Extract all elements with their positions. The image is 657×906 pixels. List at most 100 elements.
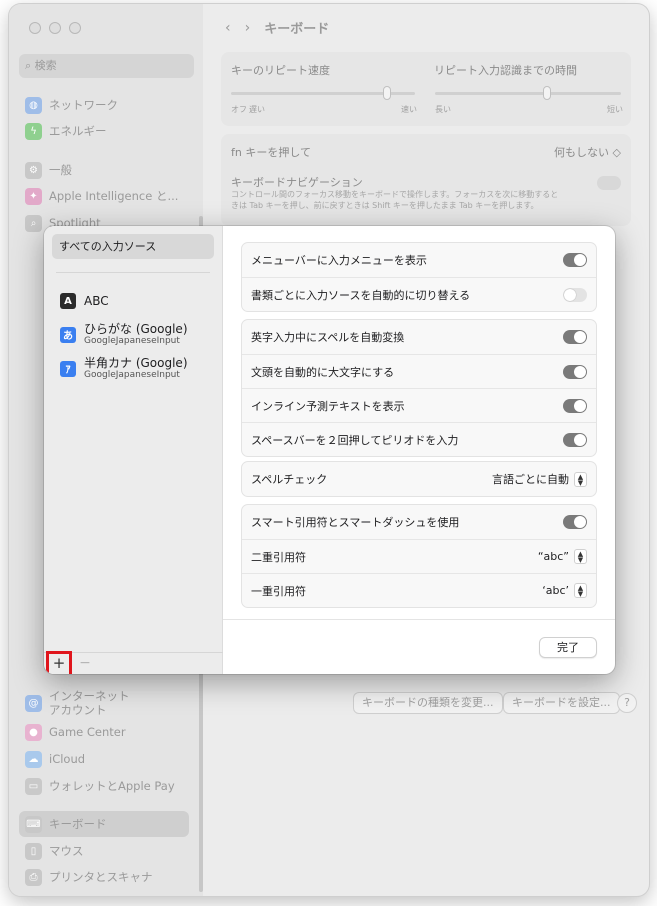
keyboard-icon: ⌨ xyxy=(25,815,42,833)
input-sources-sheet: すべての入力ソース A ABC あ ひらがな (Google) GoogleJa… xyxy=(44,226,615,674)
sidebar-item-keyboard[interactable]: ⌨ キーボード xyxy=(19,811,189,837)
source-name: ひらがな (Google) xyxy=(84,322,188,336)
auto-correct-row: 英字入力中にスペルを自動変換 xyxy=(242,320,596,354)
change-keyboard-type-button[interactable]: キーボードの種類を変更... xyxy=(353,692,503,714)
repeat-delay-slider[interactable] xyxy=(435,92,621,95)
at-icon: @ xyxy=(25,694,42,712)
single-quote-row: 一重引用符 ‘abc’ ▲ ▼ xyxy=(242,573,596,607)
repeat-rate-label: キーのリピート速度 xyxy=(231,64,330,77)
bolt-icon: ϟ xyxy=(25,122,42,140)
spellcheck-select[interactable]: 言語ごとに自動 ▲ ▼ xyxy=(492,471,587,487)
source-item-abc[interactable]: A ABC xyxy=(60,293,109,309)
forward-icon[interactable]: › xyxy=(245,20,251,36)
wallet-icon: ▭ xyxy=(25,777,42,795)
minimize-window-button[interactable] xyxy=(49,22,61,34)
sidebar-item-printers[interactable]: ⎙ プリンタとスキャナ xyxy=(25,866,153,888)
sidebar-item-label: Game Center xyxy=(49,725,126,739)
katakana-badge-icon: ｱ xyxy=(60,360,76,377)
chevron-up-down-icon: ▲ ▼ xyxy=(574,583,587,598)
magnifier-icon: ⌕ xyxy=(25,214,42,232)
sidebar-item-wallet[interactable]: ▭ ウォレットとApple Pay xyxy=(25,775,175,797)
source-item-hiragana[interactable]: あ ひらがな (Google) GoogleJapaneseInput xyxy=(60,323,188,346)
globe-icon: ◍ xyxy=(25,96,42,114)
search-field[interactable]: ⌕ 検索 xyxy=(19,54,194,78)
done-button[interactable]: 完了 xyxy=(539,637,597,658)
zoom-window-button[interactable] xyxy=(69,22,81,34)
help-button[interactable]: ? xyxy=(617,693,637,713)
slider-label-slow: 遅い xyxy=(249,105,265,114)
sidebar-item-general[interactable]: ⚙ 一般 xyxy=(25,159,72,181)
printer-icon: ⎙ xyxy=(25,868,42,886)
keyboard-nav-toggle[interactable] xyxy=(597,176,621,190)
sidebar-item-game-center[interactable]: ● Game Center xyxy=(25,721,126,743)
row-label: スマート引用符とスマートダッシュを使用 xyxy=(251,516,460,529)
single-quote-value: ‘abc’ xyxy=(542,584,569,597)
single-quote-select[interactable]: ‘abc’ ▲ ▼ xyxy=(542,583,587,598)
row-label: 文頭を自動的に大文字にする xyxy=(251,365,395,379)
close-window-button[interactable] xyxy=(29,22,41,34)
auto-capitalize-toggle[interactable] xyxy=(563,364,587,379)
repeat-rate-knob[interactable] xyxy=(383,86,391,100)
show-input-menu-row: メニューバーに入力メニューを表示 xyxy=(242,243,596,277)
auto-correct-toggle[interactable] xyxy=(563,330,587,344)
input-options-panel: メニューバーに入力メニューを表示 書類ごとに入力ソースを自動的に切り替える 英字… xyxy=(223,226,615,674)
sidebar-item-label: マウス xyxy=(49,844,84,858)
double-space-period-toggle[interactable] xyxy=(563,432,587,447)
search-placeholder: 検索 xyxy=(34,59,57,72)
divider xyxy=(223,619,615,620)
hiragana-badge-icon: あ xyxy=(60,326,76,343)
sidebar-item-energy[interactable]: ϟ エネルギー xyxy=(25,120,107,142)
sidebar-item-internet-accounts[interactable]: @ インターネット アカウント xyxy=(25,688,130,718)
sidebar-item-icloud[interactable]: ☁ iCloud xyxy=(25,748,85,770)
double-quote-select[interactable]: “abc” ▲ ▼ xyxy=(538,549,587,564)
sidebar-item-label: プリンタとスキャナ xyxy=(49,870,153,884)
inline-prediction-row: インライン予測テキストを表示 xyxy=(242,388,596,422)
inline-prediction-toggle[interactable] xyxy=(563,398,587,413)
spellcheck-row: スペルチェック 言語ごとに自動 ▲ ▼ xyxy=(242,462,596,496)
auto-capitalize-row: 文頭を自動的に大文字にする xyxy=(242,354,596,388)
add-input-source-button[interactable]: + xyxy=(46,651,72,674)
double-space-period-row: スペースバーを２回押してピリオドを入力 xyxy=(242,422,596,456)
sidebar-item-label: ネットワーク xyxy=(49,98,118,112)
source-item-katakana[interactable]: ｱ 半角カナ (Google) GoogleJapaneseInput xyxy=(60,357,188,380)
sidebar-item-apple-intelligence[interactable]: ✦ Apple Intelligence と... xyxy=(25,185,178,207)
sidebar-item-label: ウォレットとApple Pay xyxy=(49,779,175,793)
source-subtitle: GoogleJapaneseInput xyxy=(84,370,180,380)
mouse-icon: ▯ xyxy=(25,842,42,860)
sidebar-item-label: 一般 xyxy=(49,163,72,177)
smart-quotes-row: スマート引用符とスマートダッシュを使用 xyxy=(242,505,596,539)
sidebar-item-label: iCloud xyxy=(49,752,86,766)
sidebar-item-mouse[interactable]: ▯ マウス xyxy=(25,840,84,862)
repeat-delay-knob[interactable] xyxy=(543,86,551,100)
show-input-menu-toggle[interactable] xyxy=(563,253,587,267)
cloud-icon: ☁ xyxy=(25,750,42,768)
all-input-sources-item[interactable]: すべての入力ソース xyxy=(52,234,214,259)
remove-input-source-button[interactable]: − xyxy=(77,654,93,674)
source-list-footer: + − xyxy=(44,651,223,674)
smart-quotes-toggle[interactable] xyxy=(563,515,587,529)
row-label: 書類ごとに入力ソースを自動的に切り替える xyxy=(251,288,471,302)
fn-nav-card: fn キーを押して 何もしない ◇ キーボードナビゲーション コントロール間のフ… xyxy=(221,134,631,226)
row-label: インライン予測テキストを表示 xyxy=(251,399,405,413)
back-icon[interactable]: ‹ xyxy=(225,20,231,36)
sidebar-item-label: Apple Intelligence と... xyxy=(49,189,179,203)
repeat-settings-card: キーのリピート速度 リピート入力認識までの時間 オフ 遅い 速い 長い 短い xyxy=(221,52,631,126)
quotes-group: スマート引用符とスマートダッシュを使用 二重引用符 “abc” ▲ ▼ 一重引用符… xyxy=(241,504,597,608)
game-center-icon: ● xyxy=(25,723,42,741)
sidebar-item-network[interactable]: ◍ ネットワーク xyxy=(25,94,118,116)
text-correction-group: 英字入力中にスペルを自動変換 文頭を自動的に大文字にする インライン予測テキスト… xyxy=(241,319,597,457)
setup-keyboard-button[interactable]: キーボードを設定... xyxy=(503,692,620,714)
menu-options-group: メニューバーに入力メニューを表示 書類ごとに入力ソースを自動的に切り替える xyxy=(241,242,597,312)
fn-key-value[interactable]: 何もしない ◇ xyxy=(554,144,621,160)
chevron-up-down-icon: ▲ ▼ xyxy=(574,471,587,487)
chevron-up-down-icon: ▲ ▼ xyxy=(574,549,587,564)
auto-switch-source-row: 書類ごとに入力ソースを自動的に切り替える xyxy=(242,277,596,311)
abc-badge-icon: A xyxy=(60,293,76,309)
row-label: スペースバーを２回押してピリオドを入力 xyxy=(251,433,459,447)
auto-switch-source-toggle[interactable] xyxy=(563,287,587,302)
keyboard-nav-title: キーボードナビゲーション xyxy=(231,176,363,189)
double-quote-row: 二重引用符 “abc” ▲ ▼ xyxy=(242,539,596,573)
divider xyxy=(56,272,210,273)
window-controls xyxy=(29,22,81,34)
sparkle-icon: ✦ xyxy=(25,187,42,205)
